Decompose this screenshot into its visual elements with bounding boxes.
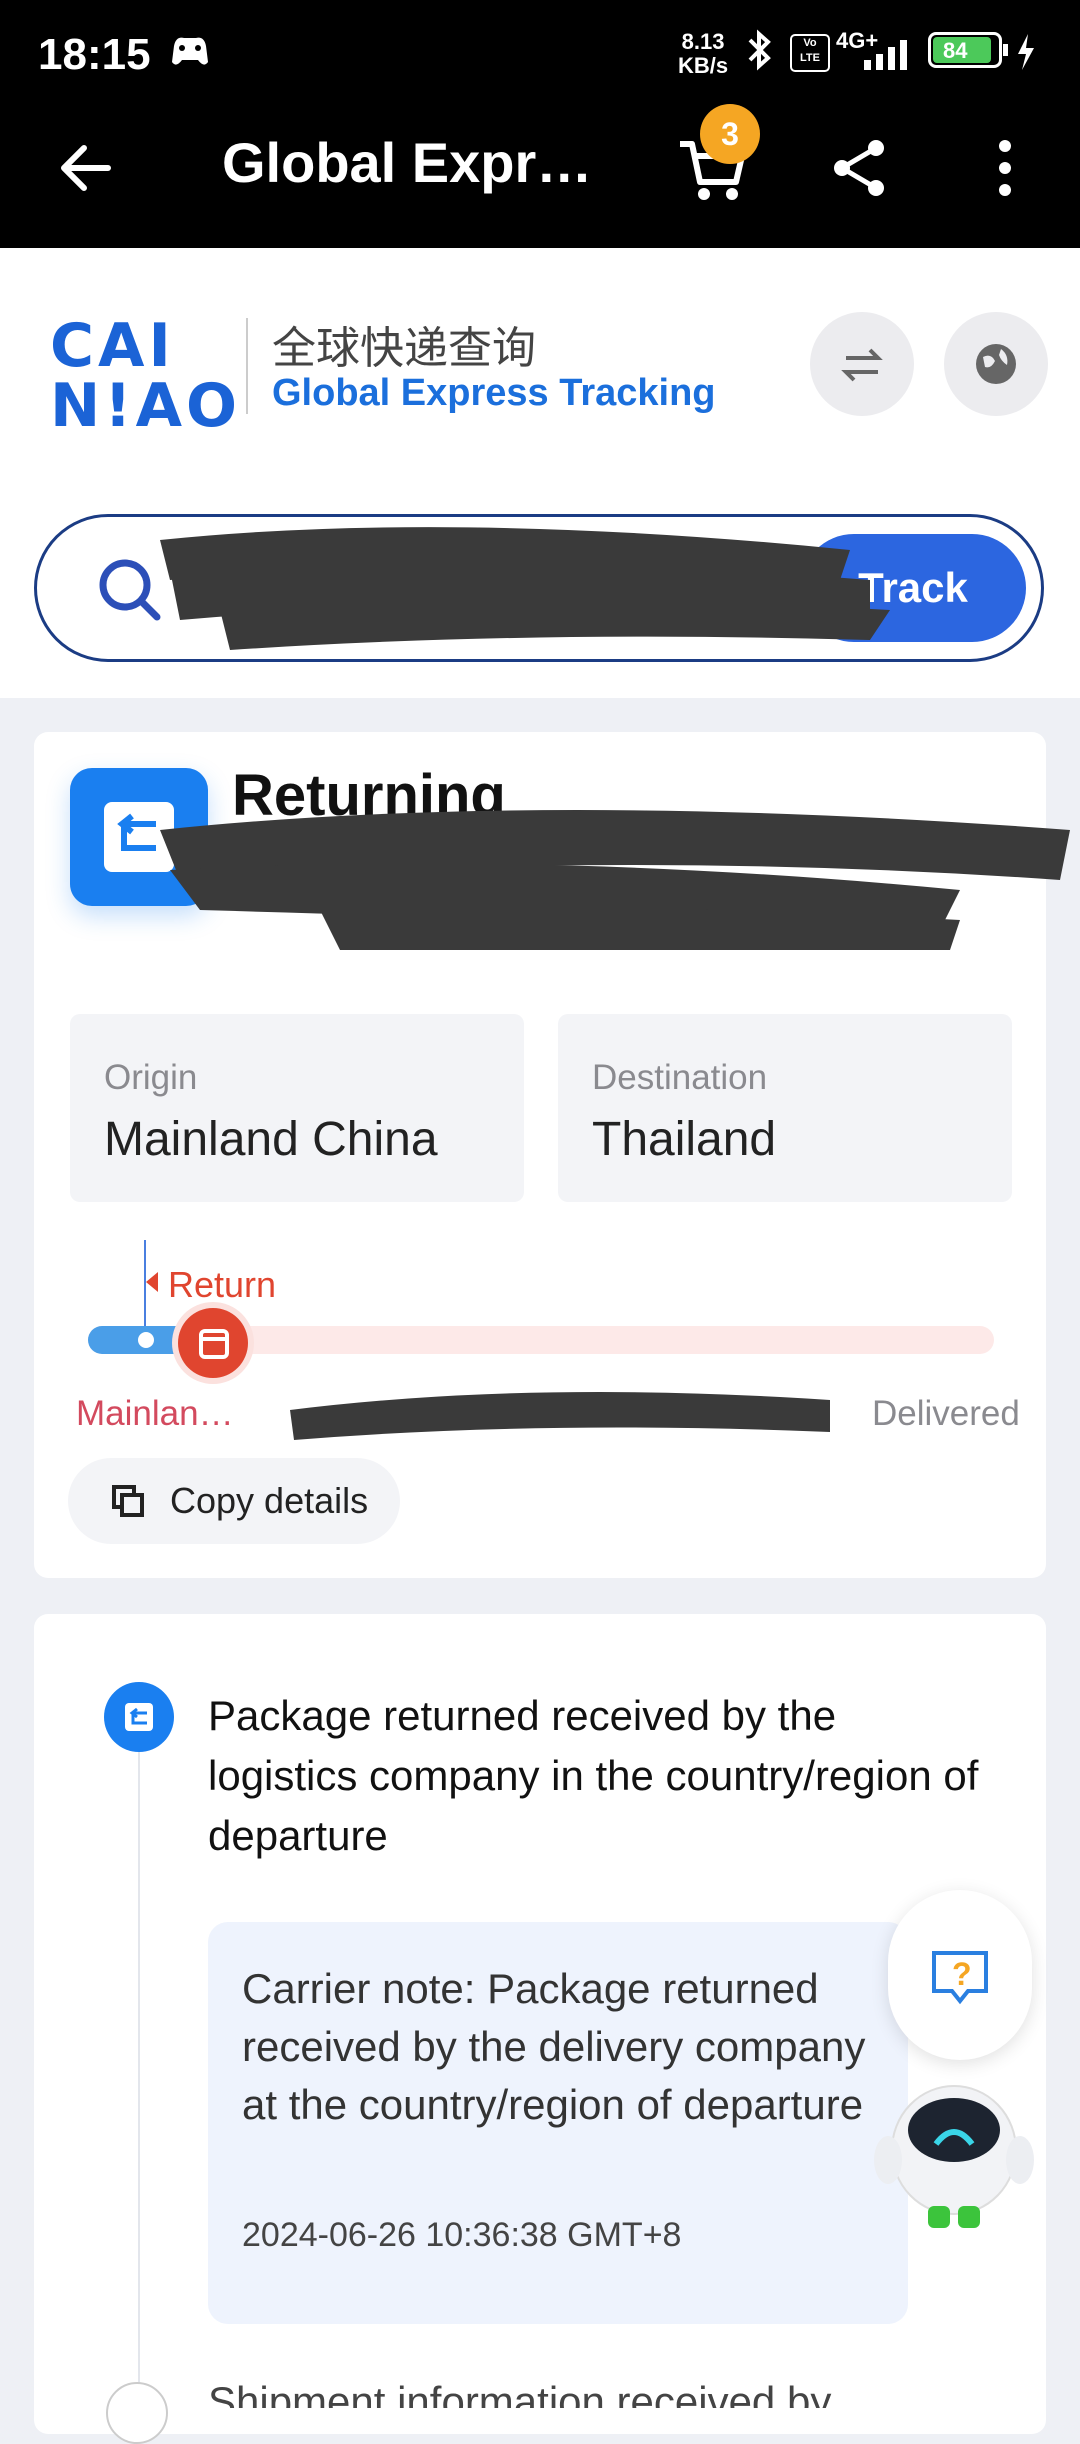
copy-details-label: Copy details xyxy=(170,1480,369,1521)
return-icon xyxy=(125,1703,153,1731)
net-speed-value: 8.13 xyxy=(681,29,725,54)
cainiao-logo: CAI N!AO xyxy=(50,316,241,436)
swap-arrows-icon xyxy=(841,348,883,382)
help-button[interactable]: ? xyxy=(888,1890,1032,2060)
charging-bolt-icon xyxy=(1018,34,1034,70)
more-options-icon[interactable] xyxy=(990,136,1020,200)
game-controller-icon xyxy=(172,37,208,65)
return-position-marker xyxy=(178,1308,248,1378)
cart-badge: 3 xyxy=(700,104,760,164)
redacted-details xyxy=(160,810,1070,950)
robot-mascot-icon xyxy=(874,2085,1034,2228)
event-title: Package returned received by the logisti… xyxy=(208,1692,979,1859)
origin-box: Origin Mainland China xyxy=(70,1014,524,1202)
carrier-note: Carrier note: Package returned received … xyxy=(242,1965,866,2128)
language-button[interactable] xyxy=(944,312,1048,416)
redacted-tracking-number xyxy=(160,527,890,650)
origin-value: Mainland China xyxy=(104,1113,438,1166)
logo-line-2: N!AO xyxy=(50,371,242,441)
timeline-line xyxy=(138,1736,140,2408)
globe-icon xyxy=(976,344,1016,384)
timeline-return-node xyxy=(104,1682,174,1752)
battery-level: 84 xyxy=(943,38,968,63)
next-event-title: Shipment information received by xyxy=(208,2378,832,2408)
event-timestamp: 2024-06-26 10:36:38 GMT+8 xyxy=(242,2216,682,2254)
timeline-next-node xyxy=(106,2382,168,2444)
title-chinese: 全球快递查询 xyxy=(272,324,536,373)
help-question-icon: ? xyxy=(932,1951,988,2005)
package-icon xyxy=(199,1329,229,1359)
return-marker-label: Return xyxy=(168,1264,277,1305)
origin-dot xyxy=(132,1326,160,1354)
share-icon[interactable] xyxy=(828,136,892,200)
bluetooth-icon xyxy=(748,29,771,71)
destination-label: Destination xyxy=(592,1058,768,1097)
origin-label: Origin xyxy=(104,1058,198,1097)
logo-divider xyxy=(246,318,248,414)
status-time: 18:15 xyxy=(38,30,151,79)
copy-details-button[interactable]: Copy details xyxy=(68,1458,400,1544)
back-arrow-icon[interactable] xyxy=(56,138,116,198)
destination-box: Destination Thailand xyxy=(558,1014,1012,1202)
swap-button[interactable] xyxy=(810,312,914,416)
battery-tip xyxy=(1003,44,1008,56)
step-start-label: Mainlan… xyxy=(76,1394,234,1433)
svg-text:?: ? xyxy=(952,1956,972,1992)
title-english: Global Express Tracking xyxy=(272,372,716,414)
page-title: Global Expr… xyxy=(222,131,593,194)
status-bar: 18:15 8.13 KB/s Vo LTE 4G+ 84 xyxy=(0,0,1080,104)
redacted-transit xyxy=(290,1392,830,1440)
app-bar: Global Expr… 3 xyxy=(0,104,1080,248)
assistant-robot[interactable] xyxy=(866,2060,1042,2230)
net-speed: 8.13 KB/s xyxy=(678,30,728,78)
copy-icon xyxy=(112,1485,144,1517)
destination-value: Thailand xyxy=(592,1113,777,1166)
signal-icon xyxy=(864,40,907,70)
logo-line-1: CAI xyxy=(50,311,175,381)
step-end-label: Delivered xyxy=(872,1394,1020,1433)
volte-icon: Vo LTE xyxy=(790,34,830,72)
return-flag-icon xyxy=(146,1272,158,1292)
net-speed-unit: KB/s xyxy=(678,53,729,78)
battery-icon: 84 xyxy=(928,32,1002,68)
